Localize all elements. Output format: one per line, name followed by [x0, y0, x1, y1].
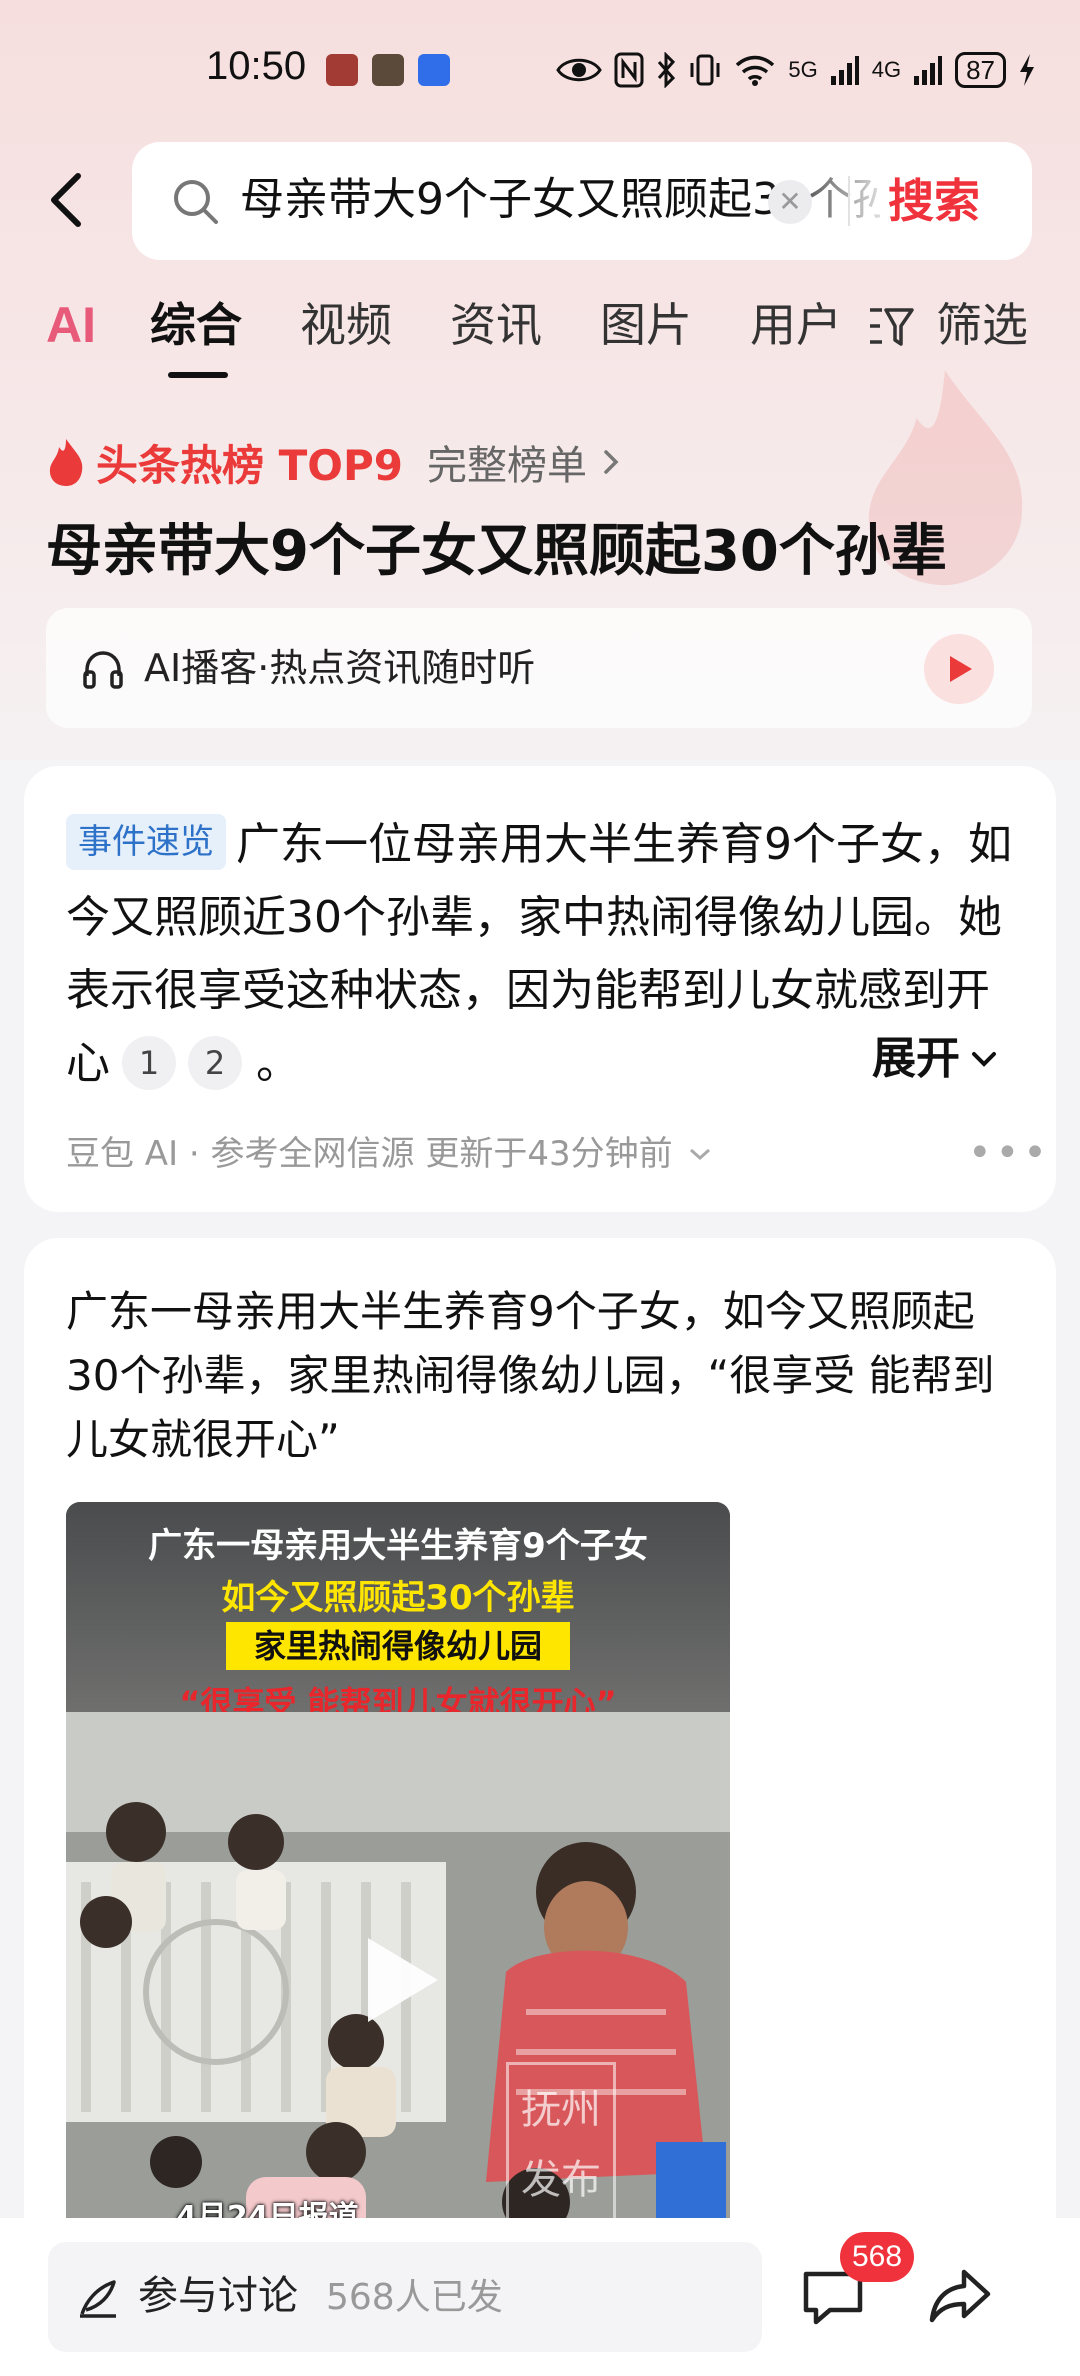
- discussion-count: 568人已发: [326, 2277, 503, 2318]
- expand-label: 展开: [872, 1033, 960, 1084]
- tab-comprehensive[interactable]: 综合: [150, 290, 242, 360]
- tab-filter-label[interactable]: 筛选: [936, 290, 1028, 360]
- reference-badge-1[interactable]: 1: [122, 1036, 176, 1090]
- summary-end: 。: [256, 1038, 300, 1089]
- signal-icon: [830, 56, 859, 85]
- play-icon: [950, 656, 972, 682]
- expand-button[interactable]: 展开: [872, 1024, 998, 1094]
- fire-icon: [49, 439, 83, 486]
- article-card[interactable]: 广东一母亲用大半生养育9个子女，如今又照顾起30个孙辈，家里热闹得像幼儿园，“很…: [24, 1238, 1056, 2268]
- pen-icon: [80, 2280, 116, 2318]
- video-play-icon[interactable]: [362, 1934, 442, 2026]
- podcast-label: AI播客·热点资讯随时听: [144, 646, 536, 690]
- browser-app-icon: [418, 54, 450, 86]
- app-notification-icon: [326, 54, 358, 86]
- event-summary-card[interactable]: 事件速览 广东一位母亲用大半生养育9个子女，如今又照顾近30个孙辈，家中热闹得像幼…: [24, 766, 1056, 1212]
- chevron-down-small-icon: [689, 1148, 710, 1161]
- status-bar: 10:50 5G 4G 87: [0, 40, 1080, 100]
- search-bar[interactable]: 母亲带大9个子女又照顾起30个孙辈 ✕ 搜索: [132, 142, 1032, 260]
- video-caption-line-2: 如今又照顾起30个孙辈: [221, 1578, 575, 1618]
- discussion-input[interactable]: 参与讨论 568人已发: [48, 2242, 762, 2352]
- charging-icon: [1020, 54, 1034, 86]
- search-icon: [174, 180, 218, 224]
- hot-headline[interactable]: 母亲带大9个子女又照顾起30个孙辈: [46, 512, 947, 592]
- result-tabs: AI 综合 视频 资讯 图片 用户 筛选: [0, 290, 1080, 390]
- ai-podcast-bar[interactable]: AI播客·热点资讯随时听: [46, 608, 1032, 728]
- bluetooth-icon: [658, 52, 676, 88]
- video-watermark: 抚州发布: [506, 2062, 616, 2232]
- video-caption-line-3: 家里热闹得像幼儿园: [226, 1622, 570, 1670]
- tab-ai[interactable]: AI: [46, 290, 96, 360]
- status-icons: 5G 4G 87: [556, 46, 1036, 94]
- network-4g-label: 4G: [871, 57, 902, 82]
- close-icon: ✕: [778, 185, 802, 218]
- network-5g-label: 5G: [788, 57, 818, 82]
- full-list-link[interactable]: 完整榜单: [427, 433, 587, 491]
- video-thumbnail[interactable]: 广东一母亲用大半生养育9个子女 如今又照顾起30个孙辈 家里热闹得像幼儿园 “很…: [66, 1502, 730, 2268]
- comment-count-badge: 568: [840, 2232, 914, 2282]
- clear-search-button[interactable]: ✕: [768, 180, 812, 224]
- active-tab-indicator: [168, 372, 228, 378]
- reference-badge-2[interactable]: 2: [188, 1036, 242, 1090]
- discussion-label: 参与讨论: [138, 2273, 298, 2319]
- shield-app-icon: [372, 54, 404, 86]
- wifi-icon: [736, 55, 775, 86]
- article-title[interactable]: 广东一母亲用大半生养育9个子女，如今又照顾起30个孙辈，家里热闹得像幼儿园，“很…: [66, 1280, 1016, 1472]
- tab-images[interactable]: 图片: [600, 290, 692, 360]
- video-caption-banner: 广东一母亲用大半生养育9个子女 如今又照顾起30个孙辈 家里热闹得像幼儿园 “很…: [66, 1502, 730, 1722]
- signal-icon-2: [914, 56, 943, 85]
- status-time: 10:50: [206, 44, 307, 88]
- tab-users[interactable]: 用户: [750, 290, 842, 360]
- hot-list-row[interactable]: 头条热榜 TOP9 完整榜单: [46, 432, 623, 492]
- nfc-icon: [614, 52, 644, 88]
- summary-meta[interactable]: 豆包 AI · 参考全网信源 更新于43分钟前: [66, 1124, 715, 1184]
- back-arrow-icon[interactable]: [38, 164, 94, 236]
- hot-rank-label: 头条热榜 TOP9: [96, 440, 403, 490]
- filter-icon[interactable]: [868, 304, 914, 350]
- chevron-right-icon: [604, 450, 619, 474]
- video-caption-line-1: 广东一母亲用大半生养育9个子女: [148, 1526, 648, 1566]
- more-options-icon[interactable]: •••: [968, 1133, 1051, 1173]
- chevron-down-icon: [972, 1052, 996, 1067]
- event-tag: 事件速览: [66, 814, 226, 870]
- podcast-play-button[interactable]: [924, 634, 994, 704]
- battery-level: 87: [955, 52, 1006, 88]
- tab-video[interactable]: 视频: [300, 290, 392, 360]
- search-submit-button[interactable]: 搜索: [888, 168, 980, 234]
- eye-icon: [556, 58, 603, 82]
- tab-news[interactable]: 资讯: [450, 290, 542, 360]
- bottom-action-bar: 参与讨论 568人已发 568: [0, 2218, 1080, 2376]
- headphones-icon: [83, 651, 123, 689]
- search-divider: [848, 176, 850, 226]
- summary-meta-text: 豆包 AI · 参考全网信源 更新于43分钟前: [66, 1134, 673, 1174]
- share-icon[interactable]: [928, 2266, 992, 2326]
- vibrate-icon: [690, 54, 720, 86]
